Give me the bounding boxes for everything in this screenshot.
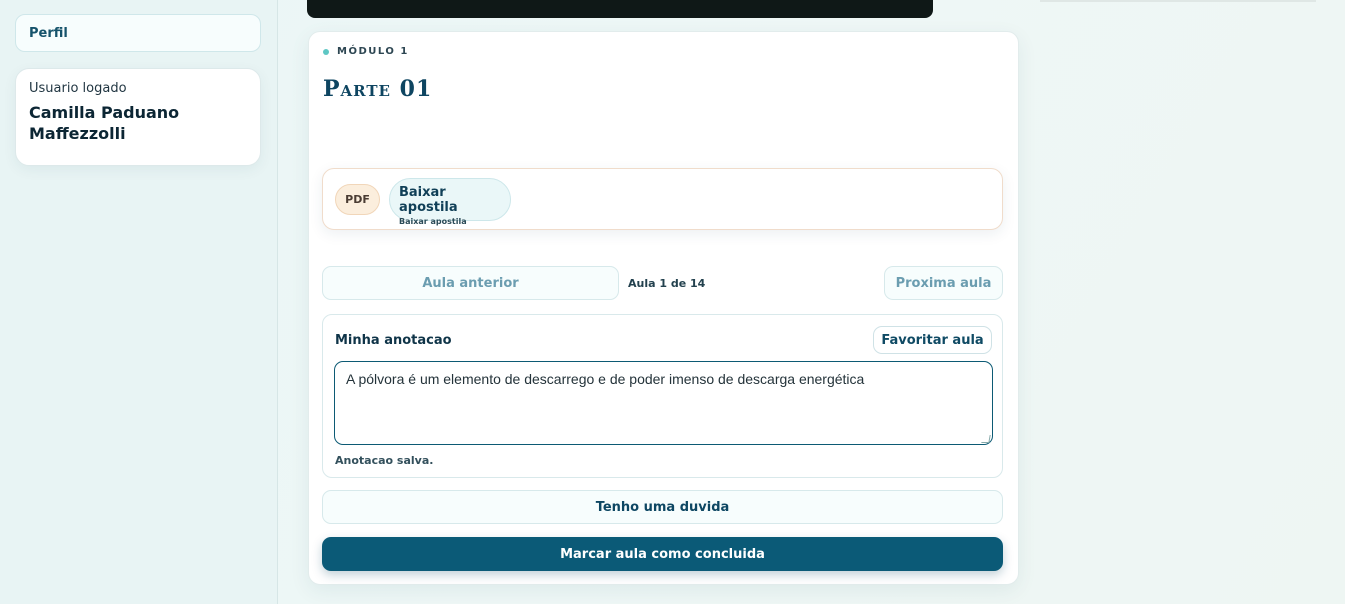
attachment-box: PDF Baixar apostila Baixar apostila <box>322 168 1003 230</box>
note-textarea[interactable] <box>334 361 993 445</box>
ask-question-button[interactable]: Tenho uma duvida <box>322 490 1003 524</box>
note-section: Minha anotacao Favoritar aula Anotacao s… <box>322 314 1003 478</box>
lesson-card: MÓDULO 1 Parte 01 PDF Baixar apostila Ba… <box>308 31 1019 585</box>
user-card: Usuario logado Camilla Paduano Maffezzol… <box>15 68 261 166</box>
sidebar-item-perfil[interactable]: Perfil <box>15 14 261 52</box>
dot-icon <box>323 48 329 55</box>
note-title: Minha anotacao <box>335 333 452 348</box>
lesson-counter: Aula 1 de 14 <box>628 276 706 290</box>
module-label: MÓDULO 1 <box>337 46 409 57</box>
module-header: MÓDULO 1 <box>323 46 409 57</box>
lesson-title: Parte 01 <box>323 76 433 102</box>
resize-handle-icon[interactable] <box>981 435 991 443</box>
user-label: Usuario logado <box>29 81 127 96</box>
user-name: Camilla Paduano Maffezzolli <box>29 103 180 143</box>
divider <box>1040 0 1316 2</box>
favorite-lesson-button[interactable]: Favoritar aula <box>873 326 992 354</box>
mark-complete-button[interactable]: Marcar aula como concluida <box>322 537 1003 571</box>
next-lesson-button[interactable]: Proxima aula <box>884 266 1003 300</box>
sidebar: Perfil Usuario logado Camilla Paduano Ma… <box>0 0 278 604</box>
download-title: Baixar apostila <box>399 185 458 215</box>
pdf-badge: PDF <box>335 184 380 215</box>
lesson-navigation: Aula anterior Aula 1 de 14 Proxima aula <box>322 266 1003 300</box>
video-player[interactable] <box>307 0 933 18</box>
download-subtitle: Baixar apostila <box>399 217 467 226</box>
download-apostila-button[interactable]: Baixar apostila Baixar apostila <box>389 178 511 226</box>
previous-lesson-button[interactable]: Aula anterior <box>322 266 619 300</box>
note-status: Anotacao salva. <box>335 454 434 467</box>
sidebar-item-label: Perfil <box>29 25 68 41</box>
